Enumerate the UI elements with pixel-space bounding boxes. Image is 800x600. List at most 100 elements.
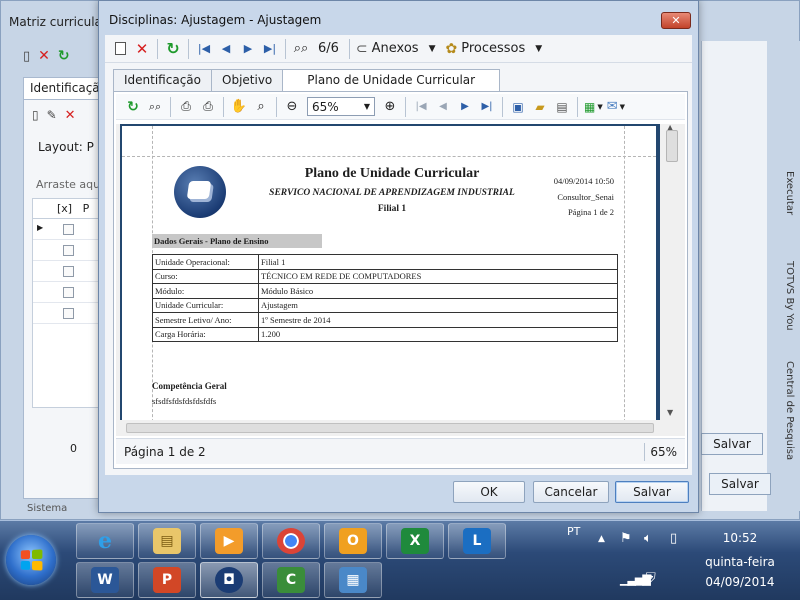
processes-menu[interactable]: ✿ Processos ▼ bbox=[444, 38, 545, 60]
table-row[interactable] bbox=[33, 261, 101, 282]
refresh-report-button[interactable]: ↻ bbox=[122, 96, 144, 118]
report-datetime: 04/09/2014 10:50 bbox=[553, 176, 614, 186]
layout-value[interactable]: P bbox=[87, 140, 94, 154]
vertical-scrollbar[interactable]: ▲ ▼ bbox=[664, 124, 681, 420]
new-icon[interactable]: ▯ bbox=[32, 108, 39, 123]
first-page-button[interactable]: |◀ bbox=[410, 96, 432, 118]
side-label-central[interactable]: Central de Pesquisa bbox=[775, 361, 795, 460]
row-checkbox[interactable] bbox=[63, 266, 74, 277]
taskbar-app-control-panel[interactable]: ▦ bbox=[324, 562, 382, 598]
battery-icon[interactable]: ▯ bbox=[670, 531, 677, 546]
scroll-thumb[interactable] bbox=[126, 423, 654, 433]
edit-icon[interactable]: ✎ bbox=[47, 108, 57, 123]
background-save-button-2[interactable]: Salvar bbox=[709, 473, 771, 495]
field-label: Módulo: bbox=[152, 283, 259, 299]
taskbar-app-camtasia[interactable]: C bbox=[262, 562, 320, 598]
taskbar-app-ie[interactable]: e bbox=[76, 523, 134, 559]
previous-page-button[interactable]: ◀ bbox=[432, 96, 454, 118]
save-icon: ▤ bbox=[556, 99, 568, 114]
delete-record-button[interactable]: ✕ bbox=[131, 38, 153, 60]
new-icon[interactable]: ▯ bbox=[23, 49, 30, 64]
taskbar-app-word[interactable]: W bbox=[76, 562, 134, 598]
taskbar-app-lync[interactable]: L bbox=[448, 523, 506, 559]
start-button[interactable] bbox=[6, 535, 56, 585]
close-button[interactable]: ✕ bbox=[661, 12, 691, 29]
magnifier-button[interactable]: ⌕ bbox=[250, 96, 272, 118]
row-checkbox[interactable] bbox=[63, 245, 74, 256]
table-row[interactable] bbox=[33, 303, 101, 324]
zoom-out-button[interactable]: ⊖ bbox=[281, 96, 303, 118]
scroll-down-icon[interactable]: ▼ bbox=[667, 408, 673, 417]
clock-weekday[interactable]: quinta-feira bbox=[700, 555, 780, 569]
taskbar-app-chrome[interactable]: ◉ bbox=[262, 523, 320, 559]
field-label: Curso: bbox=[152, 268, 259, 284]
multi-page-button[interactable]: ▣ bbox=[507, 96, 529, 118]
cancel-button[interactable]: Cancelar bbox=[533, 481, 609, 503]
taskbar-app-totvs[interactable]: ◘ bbox=[200, 562, 258, 598]
new-record-button[interactable] bbox=[109, 38, 131, 60]
refresh-icon: ↻ bbox=[166, 39, 180, 58]
shield-icon[interactable]: ⛨ bbox=[646, 571, 656, 586]
dialog-titlebar[interactable]: Disciplinas: Ajustagem - Ajustagem ✕ bbox=[99, 1, 698, 35]
email-button[interactable]: ✉ ▼ bbox=[605, 96, 627, 118]
next-record-button[interactable]: ▶ bbox=[237, 38, 259, 60]
taskbar-app-explorer[interactable]: ▤ bbox=[138, 523, 196, 559]
side-label-totvs[interactable]: TOTVS By You bbox=[775, 261, 795, 331]
report-page: Plano de Unidade Curricular SERVICO NACI… bbox=[122, 126, 656, 432]
horizontal-scrollbar[interactable] bbox=[116, 420, 664, 436]
tray-expand-icon[interactable]: ▲ bbox=[598, 534, 605, 544]
volume-icon[interactable]: 🔈︎ bbox=[644, 531, 652, 546]
gears-icon: ✿ bbox=[445, 40, 458, 57]
table-row[interactable] bbox=[33, 282, 101, 303]
delete-icon[interactable]: ✕ bbox=[65, 108, 76, 123]
background-save-button-1[interactable]: Salvar bbox=[701, 433, 763, 455]
taskbar-app-media[interactable]: ▶ bbox=[200, 523, 258, 559]
save-button[interactable]: Salvar bbox=[615, 481, 689, 503]
clock-time[interactable]: 10:52 bbox=[700, 531, 780, 545]
zoom-select[interactable]: 65% ▼ bbox=[307, 97, 375, 116]
action-center-icon[interactable]: ⚑ bbox=[620, 531, 632, 546]
hand-tool-button[interactable]: ✋ bbox=[228, 96, 250, 118]
print-button[interactable]: ⎙ bbox=[197, 96, 219, 118]
row-checkbox[interactable] bbox=[63, 308, 74, 319]
save-report-button[interactable]: ▤ bbox=[551, 96, 573, 118]
table-row[interactable]: ▶ bbox=[33, 219, 101, 240]
general-data-table: Unidade Operacional: Filial 1 Curso: TÉCNI… bbox=[152, 254, 618, 342]
table-row: Módulo: Módulo Básico bbox=[152, 283, 618, 299]
open-button[interactable]: ▰ bbox=[529, 96, 551, 118]
clock-date[interactable]: 04/09/2014 bbox=[700, 575, 780, 589]
export-button[interactable]: ▦ ▼ bbox=[582, 96, 605, 118]
first-record-button[interactable]: |◀ bbox=[193, 38, 215, 60]
dialog-title: Disciplinas: Ajustagem - Ajustagem bbox=[109, 13, 322, 27]
previous-record-button[interactable]: ◀ bbox=[215, 38, 237, 60]
side-label-executar[interactable]: Executar bbox=[775, 171, 795, 215]
language-indicator[interactable]: PT bbox=[567, 525, 580, 538]
tab-objetivo[interactable]: Objetivo bbox=[211, 69, 284, 91]
attachments-menu[interactable]: ⊂ Anexos ▼ bbox=[354, 38, 438, 60]
background-tab-identificacao[interactable]: Identificaçã bbox=[23, 77, 103, 99]
search-button[interactable]: ⌕⌕ bbox=[290, 38, 312, 60]
taskbar-app-excel[interactable]: X bbox=[386, 523, 444, 559]
table-row: Carga Horária: 1.200 bbox=[152, 326, 618, 342]
row-checkbox[interactable] bbox=[63, 287, 74, 298]
first-icon: |◀ bbox=[197, 42, 211, 55]
last-page-button[interactable]: ▶| bbox=[476, 96, 498, 118]
next-page-button[interactable]: ▶ bbox=[454, 96, 476, 118]
row-checkbox[interactable] bbox=[63, 224, 74, 235]
zoom-in-button[interactable]: ⊕ bbox=[379, 96, 401, 118]
status-separator bbox=[644, 443, 645, 461]
tab-plano-unidade-curricular[interactable]: Plano de Unidade Curricular bbox=[282, 69, 501, 92]
ok-button[interactable]: OK bbox=[453, 481, 525, 503]
taskbar-app-outlook[interactable]: O bbox=[324, 523, 382, 559]
delete-icon[interactable]: ✕ bbox=[38, 48, 50, 64]
scroll-thumb[interactable] bbox=[666, 130, 678, 162]
chevron-down-icon: ▼ bbox=[363, 102, 370, 111]
taskbar-app-powerpoint[interactable]: P bbox=[138, 562, 196, 598]
page-setup-button[interactable]: ⎙ bbox=[175, 96, 197, 118]
last-record-button[interactable]: ▶| bbox=[259, 38, 281, 60]
refresh-button[interactable]: ↻ bbox=[162, 38, 184, 60]
table-row[interactable] bbox=[33, 240, 101, 261]
tab-identificacao[interactable]: Identificação bbox=[113, 69, 212, 91]
find-button[interactable]: ⌕⌕ bbox=[144, 96, 166, 118]
refresh-icon[interactable]: ↻ bbox=[58, 48, 70, 64]
